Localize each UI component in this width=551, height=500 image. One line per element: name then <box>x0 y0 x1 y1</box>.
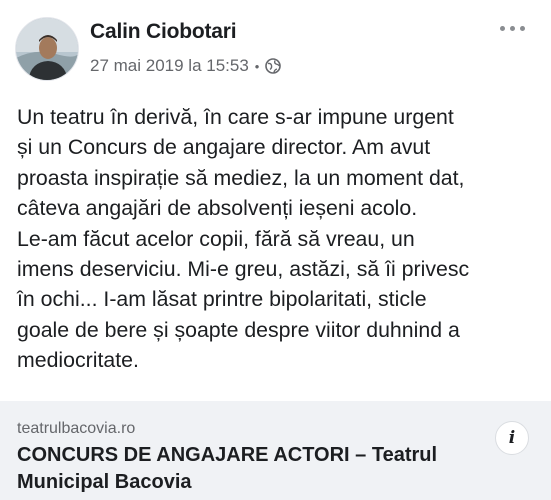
avatar[interactable] <box>15 17 79 81</box>
post-meta: 27 mai 2019 la 15:53 • <box>90 56 282 76</box>
globe-icon[interactable] <box>265 58 282 74</box>
link-preview-card[interactable]: teatrulbacovia.ro CONCURS DE ANGAJARE AC… <box>0 401 551 500</box>
post-text: Un teatru în derivă, în care s-ar impune… <box>17 105 470 373</box>
more-options-icon[interactable] <box>496 22 529 35</box>
link-title[interactable]: CONCURS DE ANGAJARE ACTORI – Teatrul Mun… <box>17 442 507 496</box>
author-name[interactable]: Calin Ciobotari <box>90 20 237 44</box>
meta-separator: • <box>254 58 260 74</box>
info-icon[interactable]: i <box>495 421 529 455</box>
profile-photo <box>16 18 78 80</box>
facebook-post: Calin Ciobotari 27 mai 2019 la 15:53 • U… <box>0 0 551 500</box>
link-domain: teatrulbacovia.ro <box>17 420 136 437</box>
post-timestamp[interactable]: 27 mai 2019 la 15:53 <box>90 56 249 76</box>
